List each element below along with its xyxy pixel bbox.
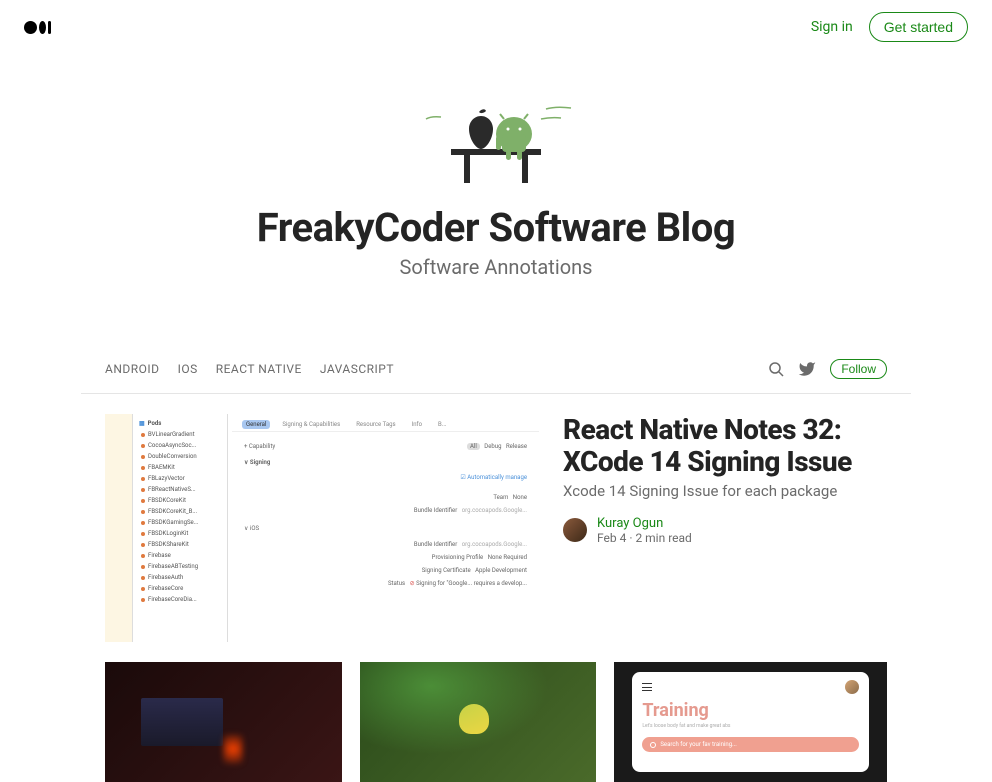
auth-actions: Sign in Get started: [811, 12, 968, 42]
article-card-3[interactable]: Training Let's loose body fat and make g…: [614, 662, 887, 782]
logo-oval-icon: [39, 21, 46, 34]
article-meta: Feb 4 · 2 min read: [597, 531, 692, 545]
author-row: Kuray Ogun Feb 4 · 2 min read: [563, 516, 887, 545]
nav-link-javascript[interactable]: JAVASCRIPT: [320, 362, 394, 376]
hero-section: FreakyCoder Software Blog Software Annot…: [0, 54, 992, 309]
blog-subtitle: Software Annotations: [20, 255, 972, 279]
twitter-button[interactable]: [798, 360, 816, 378]
nav-link-ios[interactable]: IOS: [178, 362, 198, 376]
author-avatar[interactable]: [563, 518, 587, 542]
article-subtitle: Xcode 14 Signing Issue for each package: [563, 482, 887, 502]
article-card-2[interactable]: [360, 662, 597, 782]
hero-illustration: [396, 94, 596, 194]
nav-links: ANDROID IOS REACT NATIVE JAVASCRIPT: [105, 362, 394, 376]
twitter-icon: [798, 360, 816, 378]
hamburger-icon: [642, 683, 652, 691]
phone-mockup: Training Let's loose body fat and make g…: [632, 672, 869, 772]
medium-logo[interactable]: [24, 21, 51, 34]
search-button[interactable]: [768, 361, 784, 377]
featured-image-link[interactable]: ▦ Pods BVLinearGradient CocoaAsyncSoc...…: [105, 414, 543, 642]
get-started-button[interactable]: Get started: [869, 12, 968, 42]
article-card-1[interactable]: [105, 662, 342, 782]
search-pill: Search for your fav training...: [642, 737, 859, 752]
search-icon: [768, 361, 784, 377]
featured-article: ▦ Pods BVLinearGradient CocoaAsyncSoc...…: [105, 414, 887, 642]
nav-link-android[interactable]: ANDROID: [105, 362, 160, 376]
author-name-link[interactable]: Kuray Ogun: [597, 516, 663, 531]
nav-actions: Follow: [768, 359, 887, 379]
blog-title: FreakyCoder Software Blog: [20, 204, 972, 251]
article-title-link[interactable]: React Native Notes 32: XCode 14 Signing …: [563, 414, 887, 478]
logo-circle-icon: [24, 21, 37, 34]
search-pill-icon: [650, 742, 656, 748]
article-cards: Training Let's loose body fat and make g…: [105, 662, 887, 782]
signin-link[interactable]: Sign in: [811, 19, 853, 35]
phone-avatar-icon: [845, 680, 859, 694]
logo-line-icon: [48, 21, 51, 34]
training-subtitle: Let's loose body fat and make great abs: [642, 723, 859, 729]
xcode-screenshot: ▦ Pods BVLinearGradient CocoaAsyncSoc...…: [105, 414, 543, 642]
training-title: Training: [642, 700, 859, 721]
follow-button[interactable]: Follow: [830, 359, 887, 379]
nav-link-react-native[interactable]: REACT NATIVE: [216, 362, 302, 376]
article-title: React Native Notes 32: XCode 14 Signing …: [563, 414, 887, 478]
